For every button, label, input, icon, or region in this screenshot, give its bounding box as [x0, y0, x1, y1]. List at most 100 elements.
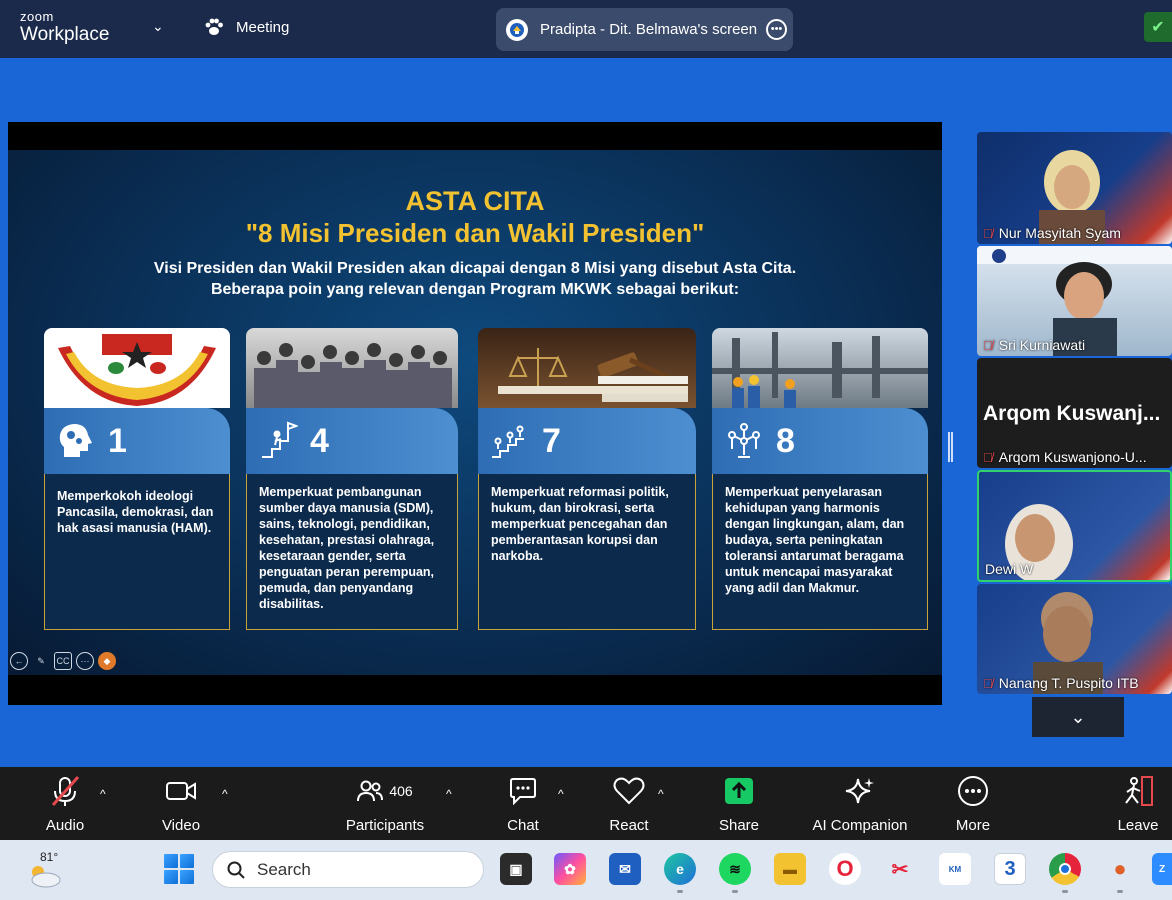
more-dots-icon	[948, 775, 998, 807]
react-label: React	[609, 817, 649, 834]
edge-browser-icon[interactable]: e	[664, 853, 696, 885]
people-icon	[357, 780, 384, 802]
search-icon	[227, 861, 245, 879]
opera-browser-icon[interactable]: O	[829, 853, 861, 885]
weather-cloud-icon	[31, 866, 61, 888]
captions-icon[interactable]: CC	[54, 652, 72, 670]
participant-name-tag: 🎙̸ Nur Masyitah Syam	[983, 225, 1121, 241]
leave-door-icon	[1113, 775, 1163, 807]
participants-icon-wrap: 406	[340, 775, 430, 807]
taskbar-search[interactable]: Search	[212, 851, 484, 888]
chat-label: Chat	[507, 817, 539, 834]
mission-card-7-text: Memperkuat reformasi politik, hukum, dan…	[478, 474, 696, 630]
windows-taskbar: 81° Search ▣ ✿ ✉ e ≋ ▬ O ✂ KM 3 ● Z	[0, 840, 1172, 900]
screen-share-indicator[interactable]: Pradipta - Dit. Belmawa's screen •••	[496, 8, 793, 51]
logo-workplace-text: Workplace	[20, 24, 110, 45]
sparkle-icon	[810, 775, 910, 807]
mic-muted-icon: 🎙̸	[983, 225, 993, 241]
shared-screen: ASTA CITA "8 Misi Presiden dan Wakil Pre…	[8, 122, 942, 705]
ai-companion-label: AI Companion	[812, 817, 908, 834]
share-label: Pradipta - Dit. Belmawa's screen	[540, 21, 758, 38]
more-button[interactable]: More	[948, 775, 998, 834]
kemdikbud-emblem-icon	[506, 18, 528, 41]
slide-controls: ← ✎ CC ··· ◆	[10, 652, 116, 670]
mission-card-8: 8 Memperkuat penyelarasan kehidupan yang…	[712, 328, 928, 630]
mission-card-7: 7 Memperkuat reformasi politik, hukum, d…	[478, 328, 696, 630]
resize-handle[interactable]	[948, 432, 953, 462]
audio-label: Audio	[45, 817, 85, 834]
share-label: Share	[718, 817, 760, 834]
video-button[interactable]: Video	[156, 775, 206, 834]
pen-icon[interactable]: ✎	[32, 652, 50, 670]
mission-card-1-header: 1	[44, 408, 230, 474]
participant-tile[interactable]: 🎙̸ Nur Masyitah Syam	[977, 132, 1172, 244]
top-bar: zoom Workplace ⌄ Meeting Pradipta - Dit.…	[0, 0, 1172, 58]
slide-more-icon[interactable]: ···	[76, 652, 94, 670]
mission-card-8-text: Memperkuat penyelarasan kehidupan yang h…	[712, 474, 928, 630]
participant-name-tag: 🎙̸ Arqom Kuswanjono-U...	[983, 449, 1147, 465]
participants-label: Participants	[345, 817, 425, 834]
logo-zoom-text: zoom	[20, 9, 54, 24]
share-more-icon[interactable]: •••	[766, 19, 787, 40]
mail-icon[interactable]: ✉	[609, 853, 641, 885]
maps-running-indicator	[1117, 890, 1123, 893]
pointer-icon[interactable]: ◆	[98, 652, 116, 670]
react-button[interactable]: React	[604, 775, 654, 834]
slide-subtitle-1: Visi Presiden dan Wakil Presiden akan di…	[153, 260, 797, 277]
ai-companion-button[interactable]: AI Companion	[810, 775, 910, 834]
mission-card-1: 1 Memperkokoh ideologi Pancasila, demokr…	[44, 328, 230, 630]
participants-options-caret[interactable]: ^	[446, 787, 452, 801]
participant-name: Sri Kurniawati	[998, 337, 1086, 353]
paw-icon	[205, 18, 223, 35]
participant-tile[interactable]: 🎙̸ Nanang T. Puspito ITB	[977, 584, 1172, 694]
participant-tile[interactable]: Arqom Kuswanj... 🎙̸ Arqom Kuswanjono-U..…	[977, 358, 1172, 468]
snipping-tool-icon[interactable]: ✂	[884, 853, 916, 885]
chat-options-caret[interactable]: ^	[558, 787, 564, 801]
gavel-books-photo	[478, 328, 696, 408]
participant-name-tag: 🎙̸ Sri Kurniawati	[983, 337, 1085, 353]
task-view-icon[interactable]: ▣	[500, 853, 532, 885]
participant-tile-active-speaker[interactable]: Dewi W	[977, 470, 1172, 582]
participants-button[interactable]: 406 Participants	[340, 775, 430, 834]
chrome-browser-icon[interactable]	[1049, 853, 1081, 885]
mission-number-7: 7	[542, 421, 561, 460]
scroll-participants-down-button[interactable]: ⌄	[1032, 697, 1124, 737]
audio-button[interactable]: Audio	[40, 775, 90, 834]
share-button[interactable]: Share	[714, 775, 764, 834]
slide-subtitle-2: Beberapa poin yang relevan dengan Progra…	[210, 281, 740, 298]
zoom-app-icon[interactable]: Z	[1152, 853, 1172, 885]
chat-button[interactable]: Chat	[498, 775, 548, 834]
windows-start-icon[interactable]	[164, 854, 194, 884]
video-options-caret[interactable]: ^	[222, 787, 228, 801]
participants-count: 406	[389, 783, 413, 799]
mission-card-4: 4 Memperkuat pembangunan sumber daya man…	[246, 328, 458, 630]
slide-title: ASTA CITA	[405, 186, 545, 216]
previous-slide-icon[interactable]: ←	[10, 652, 28, 670]
meeting-toolbar: Audio ^ Video ^ 406 Participants ^ Chat …	[0, 767, 1172, 840]
app-3-icon[interactable]: 3	[994, 853, 1026, 885]
mic-muted-icon	[40, 775, 90, 807]
spotify-icon[interactable]: ≋	[719, 853, 751, 885]
edge-running-indicator	[677, 890, 683, 893]
chat-bubble-icon	[498, 775, 548, 807]
mission-number-8: 8	[776, 421, 795, 460]
audio-options-caret[interactable]: ^	[100, 787, 106, 801]
mission-number-4: 4	[310, 421, 329, 460]
file-explorer-icon[interactable]: ▬	[774, 853, 806, 885]
leave-button[interactable]: Leave	[1113, 775, 1163, 834]
kampus-merdeka-icon[interactable]: KM	[939, 853, 971, 885]
chevron-down-icon[interactable]: ⌄	[152, 18, 164, 35]
students-group-photo	[246, 328, 458, 408]
participant-name: Nur Masyitah Syam	[998, 225, 1121, 241]
people-network-icon	[724, 421, 764, 461]
zoom-workplace-logo[interactable]: zoom Workplace	[20, 10, 109, 44]
mission-card-8-header: 8	[712, 408, 928, 474]
weather-widget[interactable]: 81°	[28, 850, 68, 890]
security-shield-icon[interactable]: ✔	[1144, 12, 1172, 42]
participant-tile[interactable]: 🎙̸ Sri Kurniawati	[977, 246, 1172, 356]
meeting-tab[interactable]: Meeting	[204, 18, 289, 36]
maps-pin-icon[interactable]: ●	[1104, 853, 1136, 885]
copilot-icon[interactable]: ✿	[554, 853, 586, 885]
react-options-caret[interactable]: ^	[658, 787, 664, 801]
video-label: Video	[161, 817, 201, 834]
